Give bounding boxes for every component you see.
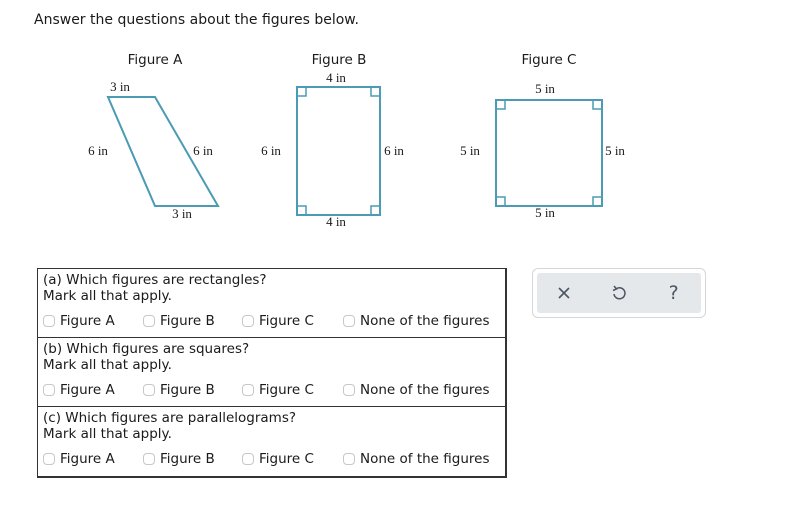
right-angle-mark	[297, 87, 307, 97]
right-angle-mark	[592, 196, 602, 206]
figure-c-left-label: 5 in	[460, 143, 480, 158]
figure-b-bottom-label: 4 in	[326, 214, 346, 229]
question-b: (b) Which figures are squares? Mark all …	[38, 338, 505, 407]
checkbox[interactable]	[242, 453, 254, 465]
undo-button[interactable]	[604, 278, 634, 308]
question-c-option-figure-a[interactable]: Figure A	[43, 451, 143, 467]
question-b-option-figure-b[interactable]: Figure B	[143, 382, 242, 398]
option-label: Figure B	[160, 313, 215, 329]
figure-c-top-label: 5 in	[535, 81, 555, 96]
figure-c-bottom-label: 5 in	[535, 205, 555, 220]
question-a: (a) Which figures are rectangles? Mark a…	[38, 269, 505, 338]
option-label: Figure C	[259, 382, 314, 398]
option-label: Figure B	[160, 451, 215, 467]
question-c-text: (c) Which figures are parallelograms?	[43, 410, 297, 426]
checkbox[interactable]	[242, 384, 254, 396]
checkbox[interactable]	[242, 315, 254, 327]
figure-a-top-label: 3 in	[110, 79, 130, 94]
checkbox[interactable]	[143, 453, 155, 465]
question-a-instruction: Mark all that apply.	[43, 288, 172, 304]
question-c: (c) Which figures are parallelograms? Ma…	[38, 407, 505, 476]
question-b-text: (b) Which figures are squares?	[43, 341, 250, 357]
option-label: Figure A	[60, 451, 115, 467]
checkbox[interactable]	[343, 315, 355, 327]
figure-c-square	[495, 99, 603, 207]
option-label: None of the figures	[360, 382, 490, 398]
help-button[interactable]: ?	[659, 278, 689, 308]
question-a-option-figure-c[interactable]: Figure C	[242, 313, 343, 329]
option-label: None of the figures	[360, 313, 490, 329]
option-label: None of the figures	[360, 451, 490, 467]
question-c-option-none[interactable]: None of the figures	[343, 451, 489, 467]
option-label: Figure B	[160, 382, 215, 398]
figure-b-right-label: 6 in	[384, 143, 404, 158]
checkbox[interactable]	[43, 384, 55, 396]
figure-a-left-label: 6 in	[88, 143, 108, 158]
question-a-option-figure-a[interactable]: Figure A	[43, 313, 143, 329]
answer-toolbar: ?	[532, 268, 706, 318]
question-c-option-figure-c[interactable]: Figure C	[242, 451, 343, 467]
right-angle-mark	[592, 100, 602, 110]
question-b-instruction: Mark all that apply.	[43, 357, 172, 373]
checkbox[interactable]	[343, 384, 355, 396]
checkbox[interactable]	[43, 453, 55, 465]
right-angle-mark	[496, 100, 506, 110]
option-label: Figure A	[60, 382, 115, 398]
question-b-option-figure-a[interactable]: Figure A	[43, 382, 143, 398]
questions-table: (a) Which figures are rectangles? Mark a…	[37, 268, 507, 478]
option-label: Figure A	[60, 313, 115, 329]
figure-b-top-label: 4 in	[326, 70, 346, 85]
question-c-option-figure-b[interactable]: Figure B	[143, 451, 242, 467]
figure-c-right-label: 5 in	[605, 143, 625, 158]
right-angle-mark	[370, 87, 380, 97]
checkbox[interactable]	[343, 453, 355, 465]
question-a-option-none[interactable]: None of the figures	[343, 313, 489, 329]
option-label: Figure C	[259, 313, 314, 329]
checkbox[interactable]	[143, 384, 155, 396]
question-b-option-figure-c[interactable]: Figure C	[242, 382, 343, 398]
close-icon	[558, 287, 570, 299]
checkbox[interactable]	[143, 315, 155, 327]
figures-canvas	[106, 86, 603, 216]
figure-a-bottom-label: 3 in	[172, 206, 192, 221]
help-icon: ?	[668, 282, 679, 304]
right-angle-mark	[297, 205, 307, 215]
checkbox[interactable]	[43, 315, 55, 327]
right-angle-mark	[370, 205, 380, 215]
question-c-instruction: Mark all that apply.	[43, 426, 172, 442]
question-b-option-none[interactable]: None of the figures	[343, 382, 489, 398]
clear-button[interactable]	[549, 278, 579, 308]
option-label: Figure C	[259, 451, 314, 467]
question-a-option-figure-b[interactable]: Figure B	[143, 313, 242, 329]
question-a-text: (a) Which figures are rectangles?	[43, 272, 267, 288]
undo-icon	[612, 285, 626, 300]
figure-b-rectangle	[296, 86, 381, 216]
figure-a-right-label: 6 in	[193, 143, 213, 158]
right-angle-mark	[496, 196, 506, 206]
figure-b-left-label: 6 in	[261, 143, 281, 158]
